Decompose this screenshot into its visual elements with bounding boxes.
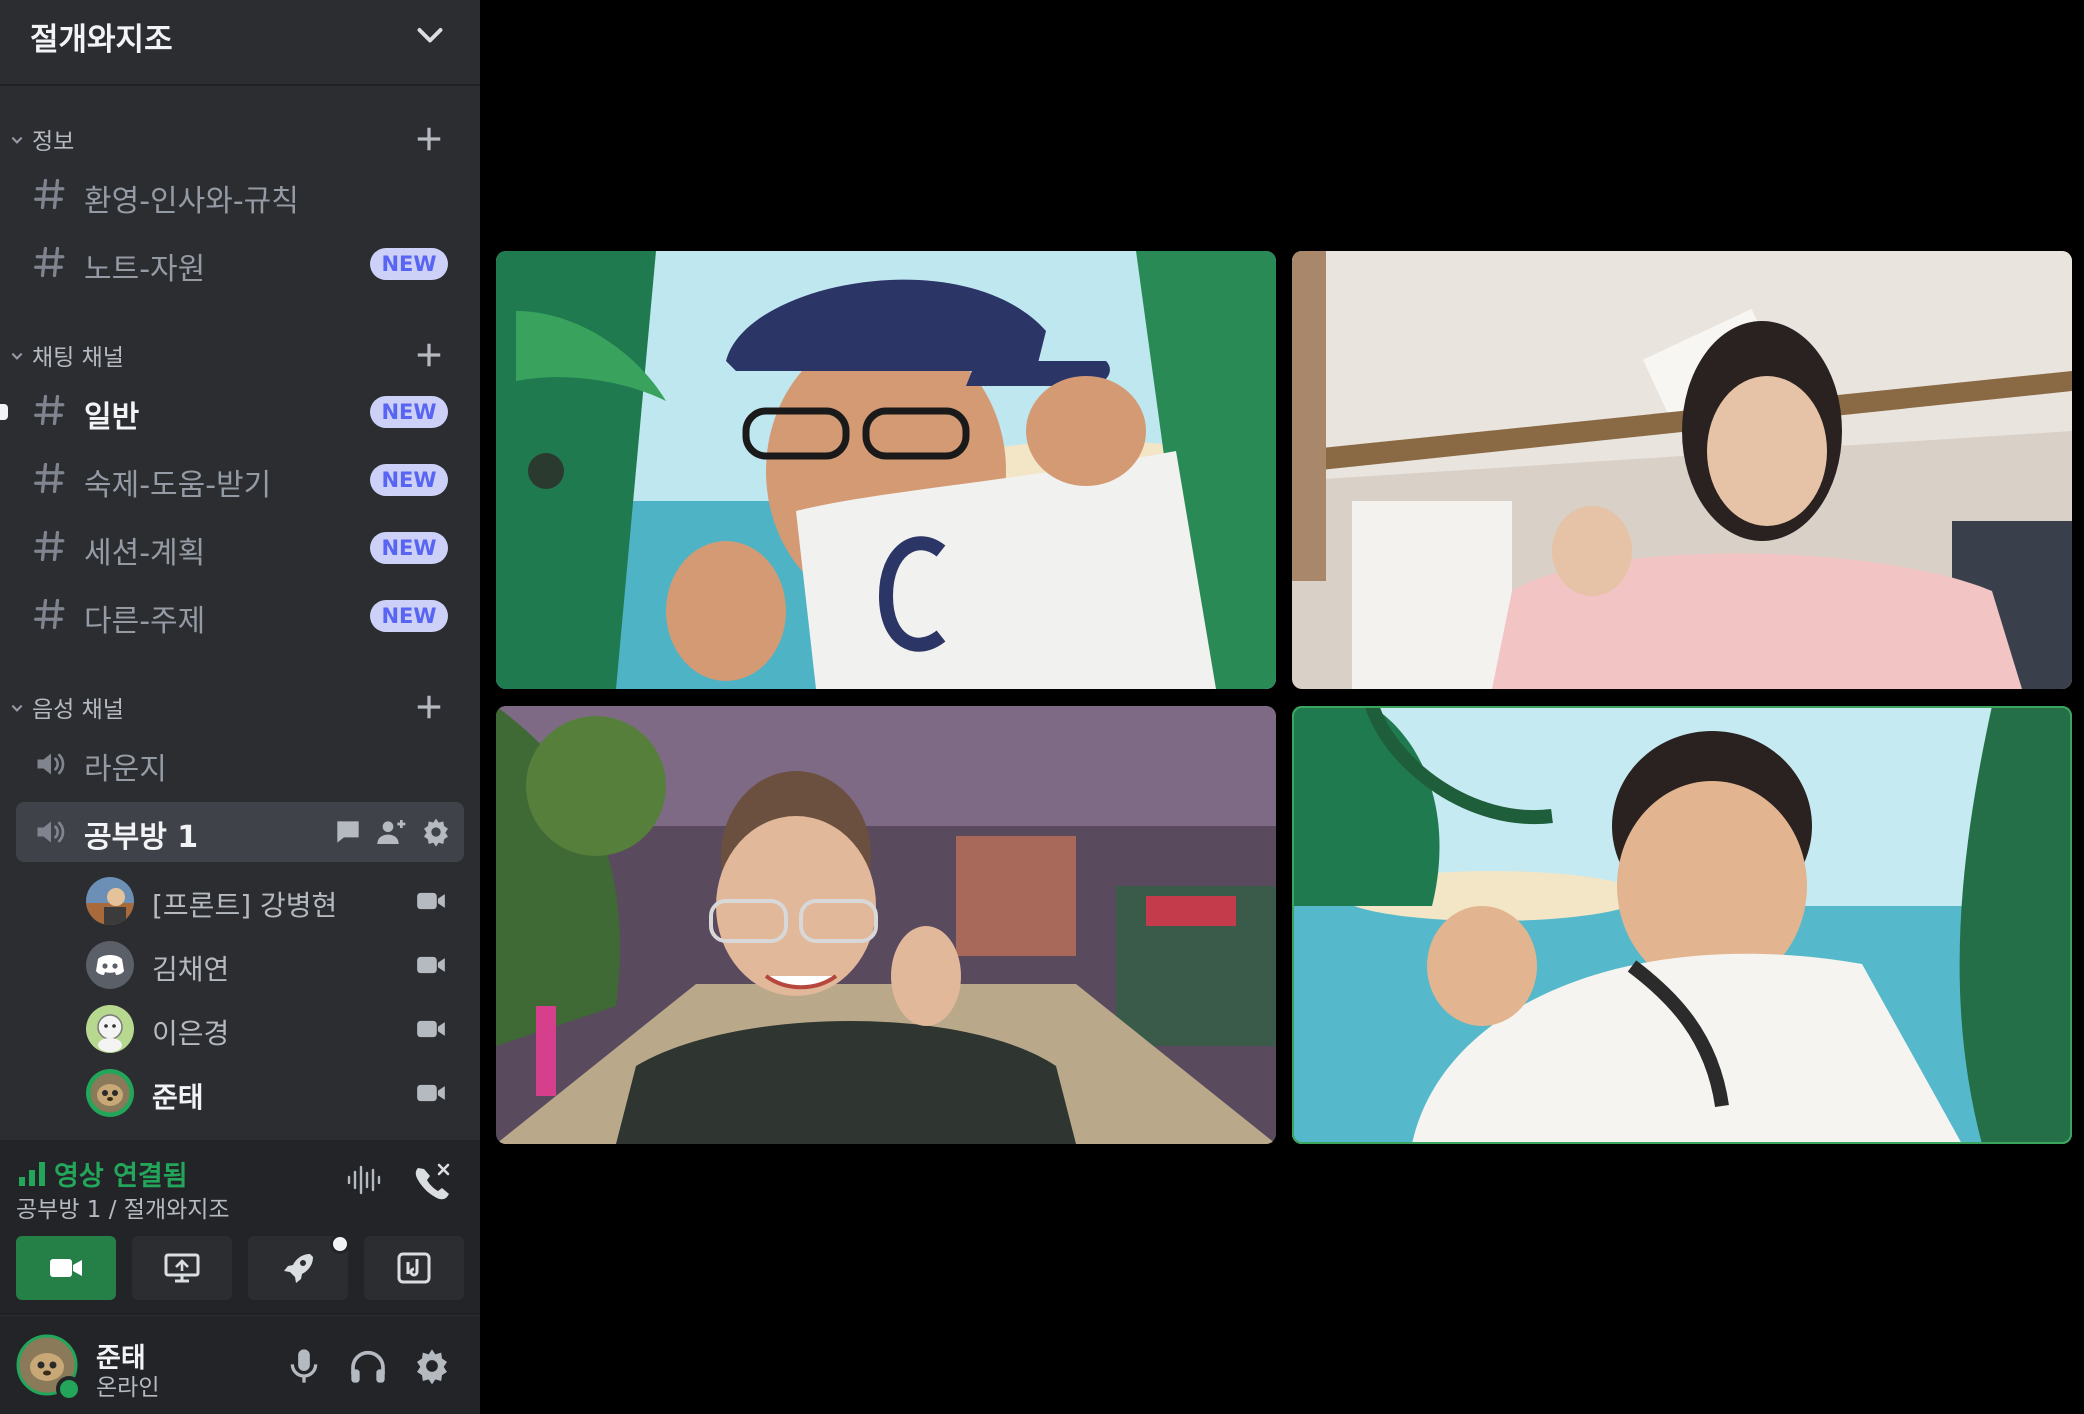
- plus-icon[interactable]: [414, 692, 444, 722]
- hash-icon: [34, 462, 65, 494]
- channel-label: 다른-주제: [84, 604, 206, 639]
- plus-icon[interactable]: [414, 124, 444, 154]
- member-name: 김채연: [152, 953, 230, 986]
- video-tile[interactable]: [496, 251, 1276, 689]
- new-badge: NEW: [370, 248, 448, 280]
- server-name: 절개와지조: [30, 22, 173, 58]
- signal-icon[interactable]: [18, 1160, 46, 1186]
- category-label: 채팅 채널: [32, 345, 124, 371]
- participant-video: [1292, 706, 2072, 1144]
- gear-icon[interactable]: [420, 816, 452, 848]
- chevron-down-icon: [11, 136, 23, 144]
- screen-share-button[interactable]: [132, 1236, 232, 1300]
- channel-notes[interactable]: 노트-자원 NEW: [16, 234, 464, 294]
- disconnect-icon[interactable]: [412, 1162, 452, 1200]
- participant-video: [496, 251, 1276, 689]
- activity-notification-dot: [330, 1234, 350, 1254]
- channel-other-topics[interactable]: 다른-주제 NEW: [16, 586, 464, 646]
- channel-label: 라운지: [84, 752, 167, 787]
- hash-icon: [34, 394, 65, 426]
- camera-icon: [417, 956, 445, 974]
- participant-video: [1292, 251, 2072, 689]
- hash-icon: [34, 178, 65, 210]
- headphones-icon[interactable]: [348, 1346, 388, 1386]
- new-badge: NEW: [370, 396, 448, 428]
- screen-share-icon: [164, 1253, 200, 1283]
- category-label: 정보: [32, 129, 75, 155]
- hash-icon: [34, 246, 65, 278]
- voice-member[interactable]: 김채연: [86, 936, 466, 994]
- channel-sidebar: 절개와지조 정보 환영-인사와-규칙 노트-자원 NEW 채팅 채널 일반 NE…: [0, 0, 480, 1414]
- channel-general[interactable]: 일반 NEW: [0, 382, 464, 442]
- camera-icon: [50, 1259, 82, 1277]
- camera-icon: [417, 1020, 445, 1038]
- new-badge: NEW: [370, 532, 448, 564]
- avatar: [86, 1069, 134, 1117]
- channel-label: 숙제-도움-받기: [84, 468, 272, 503]
- channel-label: 노트-자원: [84, 252, 206, 287]
- channel-label: 세션-계획: [84, 536, 206, 571]
- channel-label: 일반: [84, 400, 140, 435]
- channel-label: 공부방 1: [84, 820, 199, 855]
- voice-member[interactable]: [프론트] 강병현: [86, 872, 466, 930]
- chevron-down-icon[interactable]: [412, 18, 448, 54]
- speaker-icon: [37, 821, 65, 843]
- add-person-icon[interactable]: [376, 816, 408, 848]
- hash-icon: [34, 530, 65, 562]
- voice-channel-lounge[interactable]: 라운지: [16, 734, 464, 794]
- camera-icon: [417, 892, 445, 910]
- voice-member[interactable]: 준태: [86, 1064, 466, 1122]
- video-tile[interactable]: [1292, 251, 2072, 689]
- gear-icon[interactable]: [412, 1346, 452, 1386]
- channel-session-plan[interactable]: 세션-계획 NEW: [16, 518, 464, 578]
- connection-location[interactable]: 공부방 1 / 절개와지조: [16, 1190, 230, 1224]
- microphone-icon[interactable]: [284, 1346, 324, 1386]
- channel-homework-help[interactable]: 숙제-도움-받기 NEW: [16, 450, 464, 510]
- voice-channel-study-room-1[interactable]: 공부방 1: [16, 802, 464, 862]
- server-header[interactable]: 절개와지조: [0, 0, 480, 86]
- member-name: 이은경: [152, 1017, 230, 1050]
- category-info[interactable]: 정보: [0, 118, 480, 162]
- video-tile[interactable]: [496, 706, 1276, 1144]
- rocket-icon: [284, 1254, 313, 1283]
- member-name: 준태: [152, 1081, 204, 1114]
- avatar: [86, 877, 134, 925]
- category-chat[interactable]: 채팅 채널: [0, 334, 480, 378]
- soundwave-icon[interactable]: [346, 1164, 382, 1196]
- avatar: [86, 941, 134, 989]
- unread-indicator: [0, 404, 8, 420]
- new-badge: NEW: [370, 600, 448, 632]
- chevron-down-icon: [11, 704, 23, 712]
- category-voice[interactable]: 음성 채널: [0, 686, 480, 730]
- video-tile-speaking[interactable]: [1292, 706, 2072, 1144]
- voice-connection-panel: 영상 연결됨 공부방 1 / 절개와지조: [0, 1140, 480, 1315]
- user-status[interactable]: 온라인: [96, 1368, 159, 1402]
- channel-welcome[interactable]: 환영-인사와-규칙: [16, 166, 464, 226]
- camera-button[interactable]: [16, 1236, 116, 1300]
- member-name: [프론트] 강병현: [152, 889, 338, 922]
- chevron-down-icon: [11, 352, 23, 360]
- new-badge: NEW: [370, 464, 448, 496]
- hash-icon: [34, 598, 65, 630]
- online-status-dot: [56, 1376, 82, 1402]
- connection-status[interactable]: 영상 연결됨: [54, 1154, 188, 1193]
- avatar: [86, 1005, 134, 1053]
- camera-icon: [417, 1084, 445, 1102]
- soundboard-button[interactable]: [364, 1236, 464, 1300]
- channel-label: 환영-인사와-규칙: [84, 184, 299, 219]
- chat-icon[interactable]: [332, 816, 364, 848]
- category-label: 음성 채널: [32, 697, 124, 723]
- speaker-icon: [37, 753, 65, 775]
- voice-member[interactable]: 이은경: [86, 1000, 466, 1058]
- soundboard-icon: [397, 1252, 431, 1284]
- plus-icon[interactable]: [414, 340, 444, 370]
- participant-video: [496, 706, 1276, 1144]
- user-panel: 준태 온라인: [0, 1316, 480, 1414]
